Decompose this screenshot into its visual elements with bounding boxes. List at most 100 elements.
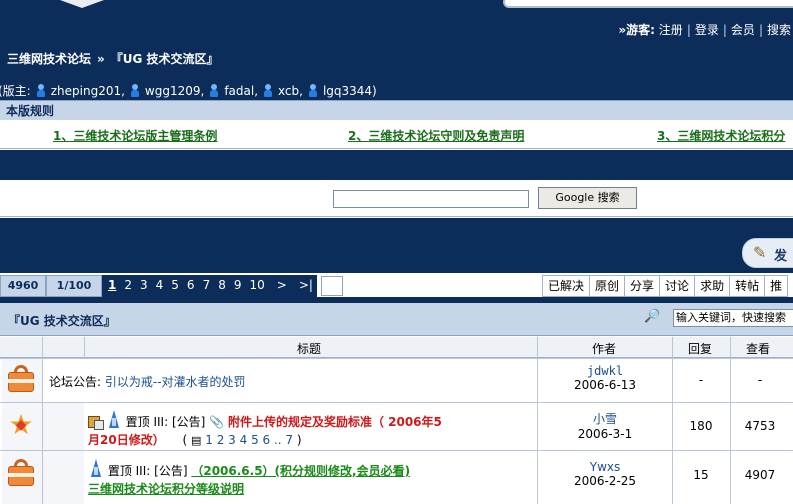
page-jump-input[interactable] <box>320 276 343 296</box>
page-link[interactable]: 9 <box>229 275 246 297</box>
hot-thread-icon: ★ ◆ <box>8 408 34 441</box>
thread-title-link[interactable]: 三维网技术论坛积分等级说明 <box>88 482 244 496</box>
rule-link-2[interactable]: 2、三维技术论坛守则及免责声明 <box>348 127 524 144</box>
rule-link-3[interactable]: 3、三维网技术论坛积分 <box>657 127 785 144</box>
pen-icon: ✎ <box>753 243 767 262</box>
user-icon <box>307 84 319 97</box>
new-post-label: 发 <box>774 249 788 264</box>
reply-count: 180 <box>689 419 713 433</box>
filter-help[interactable]: 求助 <box>695 275 731 297</box>
author-name[interactable]: Ywxs <box>537 460 673 474</box>
google-search-button[interactable]: Google 搜索 <box>538 187 637 209</box>
user-icon <box>35 84 47 97</box>
page-link[interactable]: 10 <box>245 275 269 297</box>
search-icon: 🔎 <box>644 309 661 324</box>
reply-count: 15 <box>693 468 709 482</box>
filter-solved[interactable]: 已解决 <box>542 275 591 297</box>
filter-original[interactable]: 原创 <box>590 275 626 297</box>
google-search-input[interactable] <box>333 190 529 208</box>
filter-recommend[interactable]: 推 <box>765 275 789 297</box>
page-link[interactable]: 4 <box>151 275 168 297</box>
new-post-button[interactable]: ✎ 发 <box>742 238 793 268</box>
moderator-name[interactable]: wgg1209, <box>145 84 204 98</box>
members-link[interactable]: 会员 <box>731 23 755 37</box>
pages-close: ) <box>296 433 302 447</box>
register-link[interactable]: 注册 <box>659 23 683 37</box>
tag-label: [公告] <box>171 415 206 429</box>
attachment-icon: 📎 <box>209 415 225 429</box>
rules-header <box>0 100 793 120</box>
page-link-current[interactable]: 1 <box>102 275 121 297</box>
forum-title: 『UG 技术交流区』 <box>8 314 116 328</box>
pin-label: 置顶 III: <box>125 415 169 429</box>
author-cell: jdwkl 2006-6-13 <box>537 364 673 392</box>
page-link[interactable]: 2 <box>120 275 136 297</box>
guest-label: »游客: <box>618 23 655 37</box>
user-icon <box>129 84 141 97</box>
moderator-name[interactable]: xcb, <box>278 84 303 98</box>
filter-share[interactable]: 分享 <box>625 275 661 297</box>
breadcrumb-separator: » <box>97 52 105 66</box>
page-indicator: 1/100 <box>46 275 102 297</box>
filter-discuss[interactable]: 讨论 <box>660 275 696 297</box>
column-replies: 回复 <box>688 342 713 356</box>
author-cell: Ywxs 2006-2-25 <box>537 460 673 488</box>
column-title: 标题 <box>297 342 322 356</box>
thread-total: 4960 <box>0 275 46 297</box>
view-count: - <box>757 373 763 387</box>
tag-label: [公告] <box>154 464 188 478</box>
breadcrumb-current: 『UG 技术交流区』 <box>110 52 219 66</box>
login-link[interactable]: 登录 <box>695 23 719 37</box>
thread-title-link[interactable]: 月20日修改） <box>88 433 165 447</box>
page-link[interactable]: 7 <box>198 275 215 297</box>
multipage-icon: ▤ <box>191 434 202 447</box>
thread-title-link[interactable]: 附件上传的规定及奖励标准（ 2006年5 <box>228 415 442 429</box>
reply-count: - <box>698 373 704 387</box>
column-views: 查看 <box>746 342 771 356</box>
pin-label: 置顶 III: <box>107 464 151 478</box>
author-name[interactable]: 小雪 <box>537 410 673 427</box>
folder-hot-icon <box>6 364 36 394</box>
thread-title-link[interactable]: （2006.6.5）(积分规则修改,会员必看) <box>191 464 410 478</box>
last-page-link[interactable]: >| <box>294 275 317 297</box>
pinned-icon <box>106 410 122 430</box>
page-link[interactable]: 8 <box>214 275 230 297</box>
page-link[interactable]: 3 <box>136 275 152 297</box>
rule-link-1[interactable]: 1、三维技术论坛版主管理条例 <box>53 127 217 144</box>
breadcrumb: 三维网技术论坛 » 『UG 技术交流区』 <box>7 50 219 67</box>
moderators-prefix: (版主: <box>0 84 31 98</box>
view-count: 4907 <box>744 468 776 482</box>
thread-type-icon <box>88 414 104 430</box>
divider-band <box>0 218 793 273</box>
author-name[interactable]: jdwkl <box>537 364 673 378</box>
rules-title: 本版规则 <box>6 104 55 118</box>
user-links: »游客: 注册 | 登录 | 会员 | 搜索 <box>618 23 791 37</box>
page-link[interactable]: 6 <box>182 275 199 297</box>
keyword-search-input[interactable]: 输入关键词，快速搜索 <box>673 309 793 327</box>
thread-page-links[interactable]: 1 2 3 4 5 6 .. 7 <box>205 433 293 447</box>
folder-hot-icon <box>6 458 36 488</box>
pinned-icon <box>88 459 104 479</box>
top-search-box[interactable] <box>503 0 793 8</box>
moderator-name[interactable]: fadal, <box>224 84 258 98</box>
page-link[interactable]: 5 <box>167 275 183 297</box>
next-page-link[interactable]: > <box>268 275 295 297</box>
filter-repost[interactable]: 转帖 <box>730 275 766 297</box>
column-author: 作者 <box>592 342 617 356</box>
logo-corner-decoration <box>60 0 104 8</box>
author-cell: 小雪 2006-3-1 <box>537 410 673 441</box>
announcement-row: 论坛公告: 引以为戒--对灌水者的处罚 <box>49 373 246 390</box>
post-date: 2006-6-13 <box>573 378 637 392</box>
breadcrumb-home[interactable]: 三维网技术论坛 <box>7 52 91 66</box>
user-icon <box>262 84 274 97</box>
pages-open: ( <box>182 433 188 447</box>
moderator-name[interactable]: lgq3344) <box>323 84 377 98</box>
post-date: 2006-3-1 <box>577 427 633 441</box>
moderator-name[interactable]: zheping201, <box>51 84 125 98</box>
thread-title-link[interactable]: 引以为戒--对灌水者的处罚 <box>105 375 246 389</box>
search-link[interactable]: 搜索 <box>767 23 791 37</box>
post-date: 2006-2-25 <box>573 474 637 488</box>
thread-title-line: 置顶 III: [公告] （2006.6.5）(积分规则修改,会员必看) <box>88 459 410 479</box>
view-count: 4753 <box>744 419 776 433</box>
thread-title-line: 三维网技术论坛积分等级说明 <box>88 480 244 497</box>
